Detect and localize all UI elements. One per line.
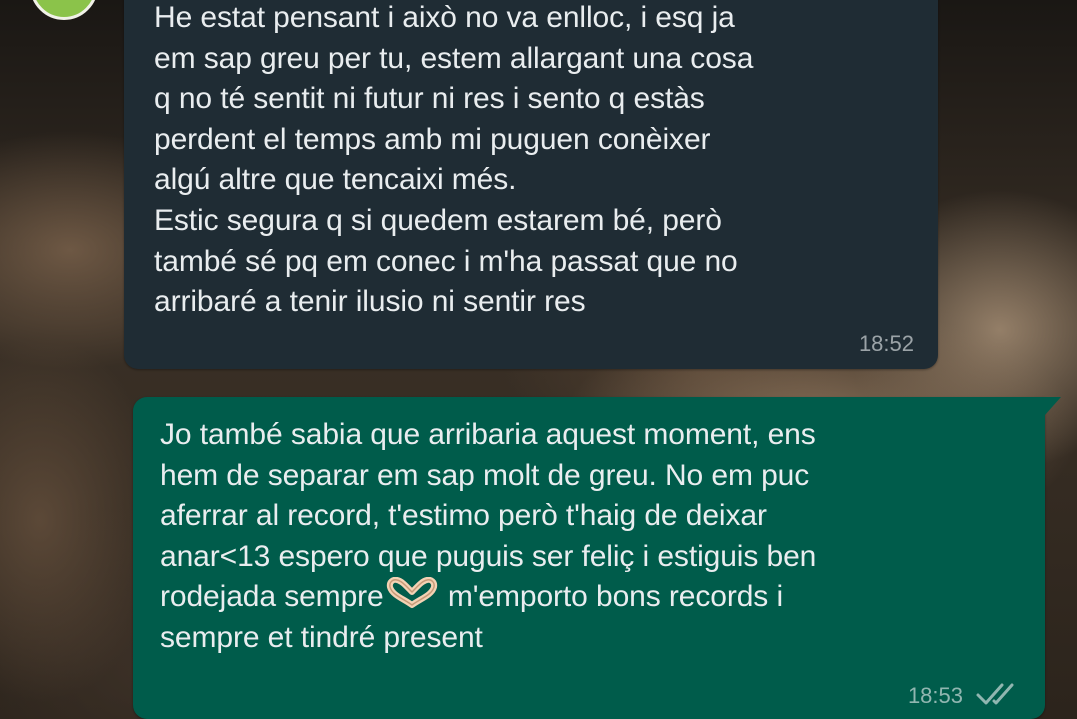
outgoing-message-time: 18:53: [907, 683, 963, 708]
heart-hands-icon: [384, 577, 440, 609]
incoming-message-bubble[interactable]: He estat pensant i això no va enlloc, i …: [124, 0, 938, 369]
outgoing-message-bubble[interactable]: Jo també sabia que arribaria aquest mome…: [133, 397, 1045, 719]
incoming-message-text: He estat pensant i això no va enlloc, i …: [154, 1, 754, 319]
incoming-message-time: 18:52: [858, 331, 914, 356]
outgoing-message-text: Jo també sabia que arribaria aquest mome…: [160, 415, 816, 659]
outgoing-bubble-tail: [1045, 397, 1061, 415]
double-check-icon: [976, 683, 1014, 705]
